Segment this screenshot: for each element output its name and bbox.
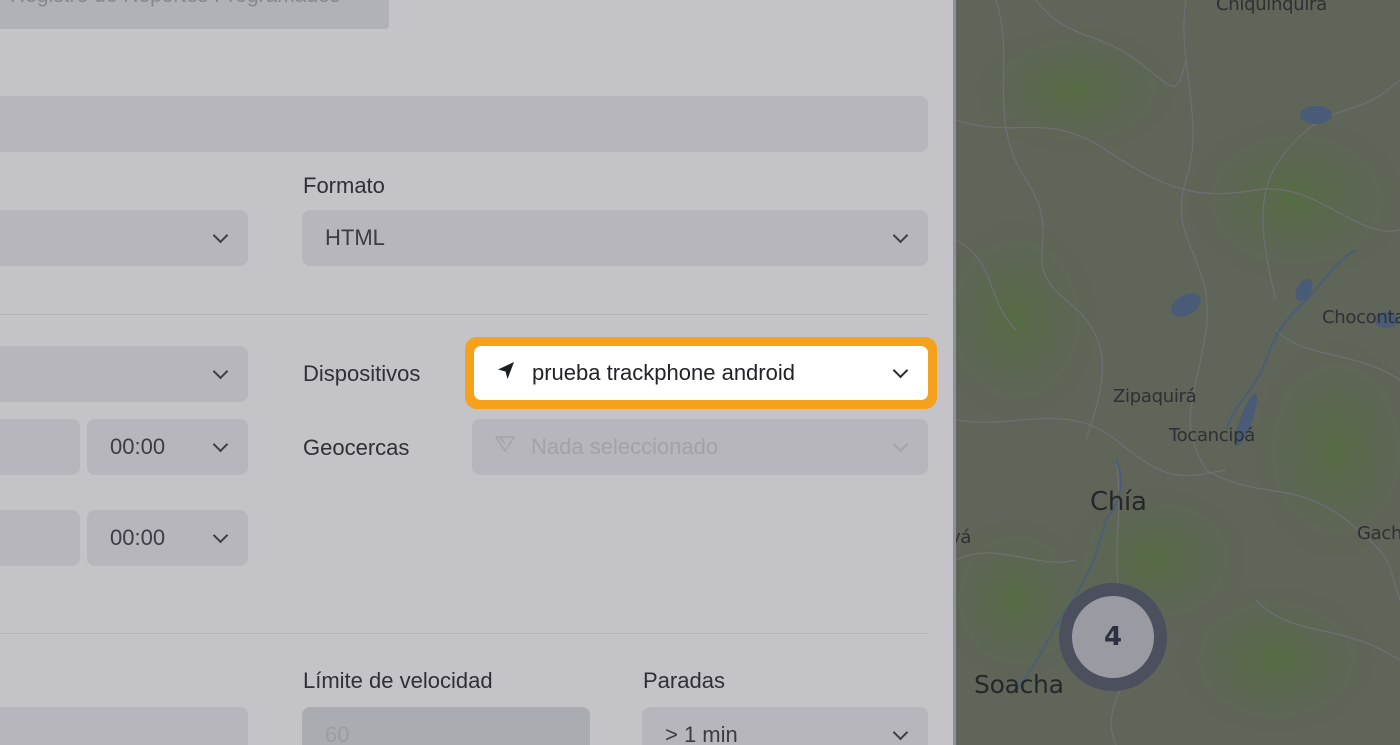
map-view[interactable]: Chiquinquirá Choconta Zipaquirá Tocancip… (956, 0, 1400, 745)
title-input[interactable] (0, 96, 928, 152)
stops-value: > 1 min (665, 722, 738, 745)
period-select[interactable] (0, 346, 248, 402)
report-type-select[interactable] (0, 210, 248, 266)
map-city-label: Chía (1090, 487, 1147, 517)
speed-limit-input[interactable]: 60 (302, 707, 590, 745)
tab-label: Registro de Reportes Programados (10, 0, 340, 8)
section-divider (0, 314, 928, 315)
navigation-arrow-icon (498, 362, 514, 379)
map-city-label: Zipaquirá (1113, 386, 1197, 407)
map-city-label: Choconta (1322, 307, 1400, 328)
time-to-value: 00:00 (110, 525, 166, 550)
geofence-triangle-icon (495, 436, 515, 452)
chevron-down-icon (892, 436, 909, 453)
map-city-label: vá (956, 527, 972, 548)
chevron-down-icon (212, 527, 229, 544)
chevron-down-icon (212, 363, 229, 380)
chevron-down-icon (212, 227, 229, 244)
geofences-label: Geocercas (303, 435, 410, 460)
section-divider (0, 633, 928, 634)
stops-label: Paradas (643, 668, 725, 693)
format-select[interactable]: HTML (302, 210, 928, 266)
map-cluster-marker[interactable]: 4 (1059, 583, 1167, 691)
map-city-label: Tocancipá (1169, 425, 1255, 446)
option-input[interactable] (0, 707, 248, 745)
devices-label: Dispositivos (303, 361, 421, 386)
date-to-input[interactable] (0, 510, 80, 566)
time-from-value: 00:00 (110, 434, 166, 459)
chevron-down-icon (212, 436, 229, 453)
chevron-down-icon (892, 362, 909, 379)
tab-scheduled-reports[interactable]: Registro de Reportes Programados (0, 0, 389, 29)
devices-select[interactable]: prueba trackphone android (474, 346, 928, 400)
date-from-input[interactable] (0, 419, 80, 475)
time-to-select[interactable]: 00:00 (87, 510, 248, 566)
format-value: HTML (325, 225, 385, 250)
speed-limit-placeholder: 60 (325, 722, 350, 745)
cluster-count: 4 (1072, 596, 1154, 678)
time-from-select[interactable]: 00:00 (87, 419, 248, 475)
map-city-label: Chiquinquirá (1216, 0, 1327, 15)
format-label: Formato (303, 173, 385, 198)
report-form-panel: Registro de Reportes Programados Formato… (0, 0, 956, 745)
chevron-down-icon (892, 227, 909, 244)
map-city-label: Soacha (974, 670, 1064, 699)
map-terrain (956, 0, 1400, 745)
stops-select[interactable]: > 1 min (642, 707, 928, 745)
chevron-down-icon (892, 724, 909, 741)
map-city-label: Gach (1357, 523, 1400, 544)
speed-limit-label: Límite de velocidad (303, 668, 493, 693)
devices-value: prueba trackphone android (532, 360, 795, 385)
geofences-select[interactable]: Nada seleccionado (472, 419, 928, 475)
